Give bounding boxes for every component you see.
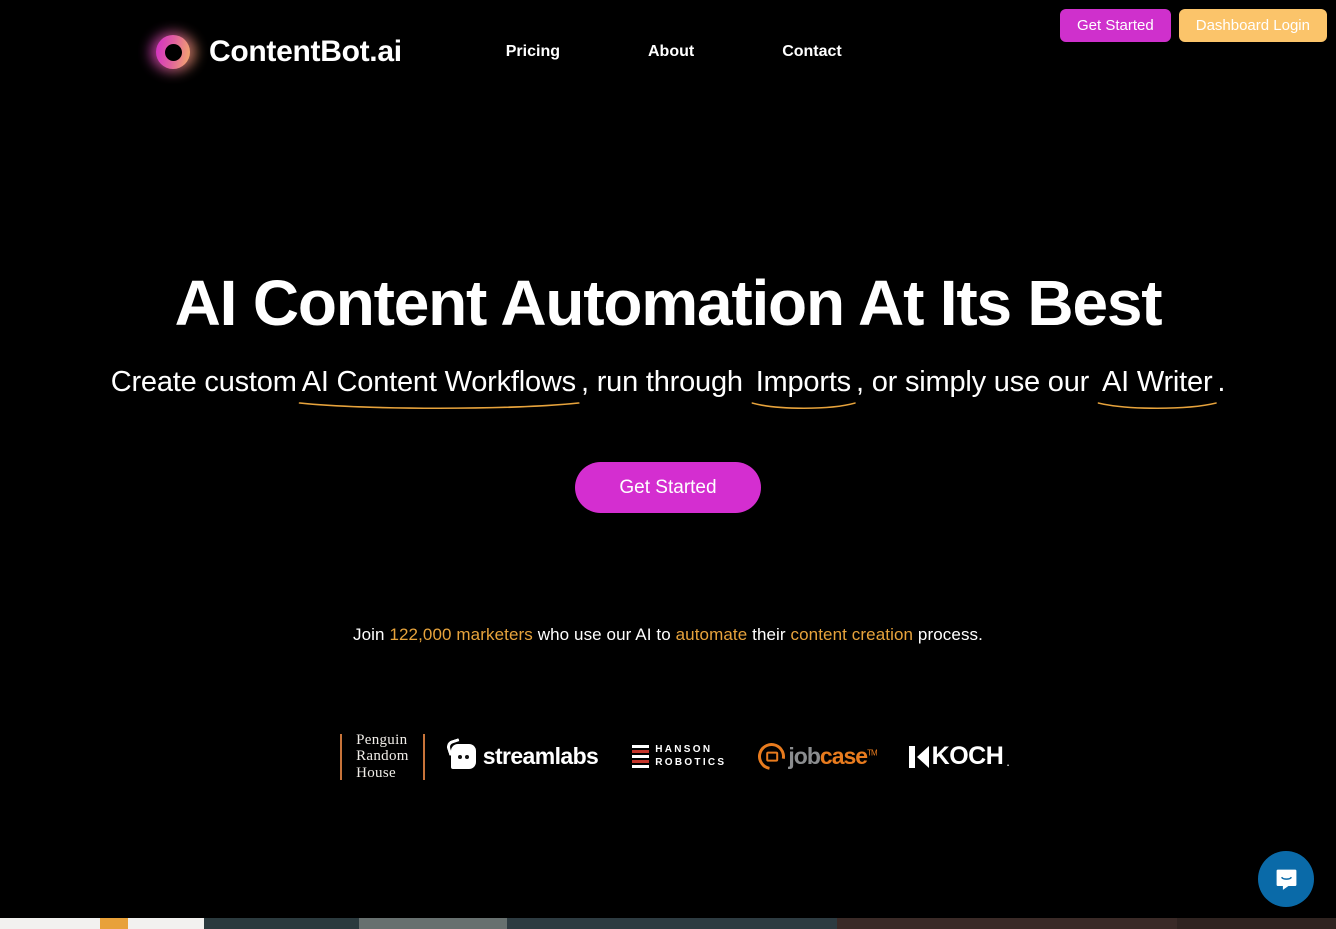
page-root: Get Started Dashboard Login ContentBot.a… bbox=[0, 0, 1336, 929]
logo-penguin-random-house: Penguin Random House bbox=[356, 732, 409, 782]
link-imports[interactable]: Imports bbox=[751, 364, 856, 409]
page-title: AI Content Automation At Its Best bbox=[174, 267, 1163, 339]
hanson-line-2: ROBOTICS bbox=[655, 756, 727, 768]
hero-subtitle-part2: , run through bbox=[580, 366, 751, 399]
logo-jobcase: jobcaseTM bbox=[753, 737, 878, 776]
nav-item-pricing[interactable]: Pricing bbox=[462, 43, 604, 61]
get-started-button-top[interactable]: Get Started bbox=[1060, 9, 1171, 42]
underline-squiggle-icon bbox=[1097, 401, 1217, 409]
os-taskbar-segment bbox=[128, 918, 204, 929]
streamlabs-label: streamlabs bbox=[482, 743, 599, 770]
os-taskbar-segment bbox=[359, 918, 507, 929]
social-proof-suffix: process. bbox=[913, 624, 983, 644]
koch-chevron-icon bbox=[908, 745, 929, 768]
os-taskbar-segment bbox=[100, 918, 128, 929]
nav-item-contact[interactable]: Contact bbox=[738, 43, 886, 61]
jobcase-case: case bbox=[819, 743, 868, 770]
hero-cta-wrap: Get Started bbox=[0, 461, 1336, 513]
underline-squiggle-icon bbox=[298, 401, 580, 409]
link-ai-writer-label: AI Writer bbox=[1101, 366, 1213, 399]
contentbot-ring-logo-icon bbox=[150, 31, 196, 73]
jobcase-briefcase-icon bbox=[753, 737, 791, 776]
nav-item-about[interactable]: About bbox=[604, 43, 738, 61]
logo-koch: KOCH . bbox=[908, 742, 1010, 771]
koch-dot: . bbox=[1006, 754, 1010, 770]
os-taskbar-segment bbox=[204, 918, 359, 929]
brand-name: ContentBot.ai bbox=[209, 35, 402, 68]
divider-left bbox=[340, 733, 343, 780]
social-proof-middle: who use our AI to bbox=[532, 624, 676, 644]
intercom-chat-bubble-icon bbox=[1276, 869, 1296, 890]
hero-section: AI Content Automation At Its Best Create… bbox=[0, 104, 1336, 784]
hero-subtitle: Create custom AI Content Workflows, run t… bbox=[0, 364, 1336, 409]
os-taskbar-segment bbox=[1177, 918, 1336, 929]
main-nav: Pricing About Contact bbox=[462, 43, 886, 61]
jobcase-tm: TM bbox=[867, 748, 878, 758]
dashboard-login-button[interactable]: Dashboard Login bbox=[1178, 9, 1327, 42]
os-taskbar-segment bbox=[837, 918, 1177, 929]
link-ai-content-workflows-label: AI Content Workflows bbox=[301, 366, 576, 399]
hanson-line-1: HANSON bbox=[655, 744, 713, 756]
os-taskbar-segment bbox=[0, 918, 100, 929]
os-taskbar-strip bbox=[0, 918, 1336, 929]
logo-hanson-robotics: HANSON ROBOTICS bbox=[632, 744, 726, 769]
jobcase-job: job bbox=[788, 743, 820, 770]
client-logo-strip: Penguin Random House streamlabs HANSON R… bbox=[0, 730, 1336, 784]
hero-subtitle-part1: Create custom bbox=[110, 366, 297, 399]
link-ai-writer[interactable]: AI Writer bbox=[1097, 364, 1217, 409]
social-proof-content-creation: content creation bbox=[790, 624, 914, 644]
social-proof-automate: automate bbox=[675, 624, 748, 644]
hero-subtitle-part3: , or simply use our bbox=[855, 366, 1097, 399]
social-proof-their: their bbox=[747, 624, 791, 644]
get-started-button-hero[interactable]: Get Started bbox=[575, 461, 761, 513]
penguin-line-2: Random bbox=[356, 748, 409, 765]
logo-streamlabs: streamlabs bbox=[450, 743, 599, 770]
brand-logo-link[interactable]: ContentBot.ai bbox=[150, 31, 402, 73]
auth-bar: Get Started Dashboard Login bbox=[1060, 9, 1327, 42]
hanson-label: HANSON ROBOTICS bbox=[655, 744, 726, 769]
underline-squiggle-icon bbox=[751, 401, 856, 409]
koch-label: KOCH bbox=[931, 742, 1004, 771]
penguin-line-1: Penguin bbox=[356, 731, 408, 748]
link-imports-label: Imports bbox=[755, 366, 851, 399]
jobcase-label: jobcaseTM bbox=[788, 743, 878, 770]
social-proof-prefix: Join bbox=[353, 624, 390, 644]
social-proof-text: Join 122,000 marketers who use our AI to… bbox=[0, 625, 1336, 645]
hanson-bars-icon bbox=[632, 745, 650, 769]
penguin-line-3: House bbox=[356, 765, 396, 782]
social-proof-count: 122,000 marketers bbox=[389, 624, 533, 644]
hero-subtitle-part4: . bbox=[1217, 366, 1226, 399]
streamlabs-bubble-icon bbox=[450, 744, 476, 770]
os-taskbar-segment bbox=[507, 918, 837, 929]
chat-launcher-button[interactable] bbox=[1258, 851, 1314, 907]
link-ai-content-workflows[interactable]: AI Content Workflows bbox=[297, 364, 581, 409]
divider-right bbox=[422, 733, 425, 780]
